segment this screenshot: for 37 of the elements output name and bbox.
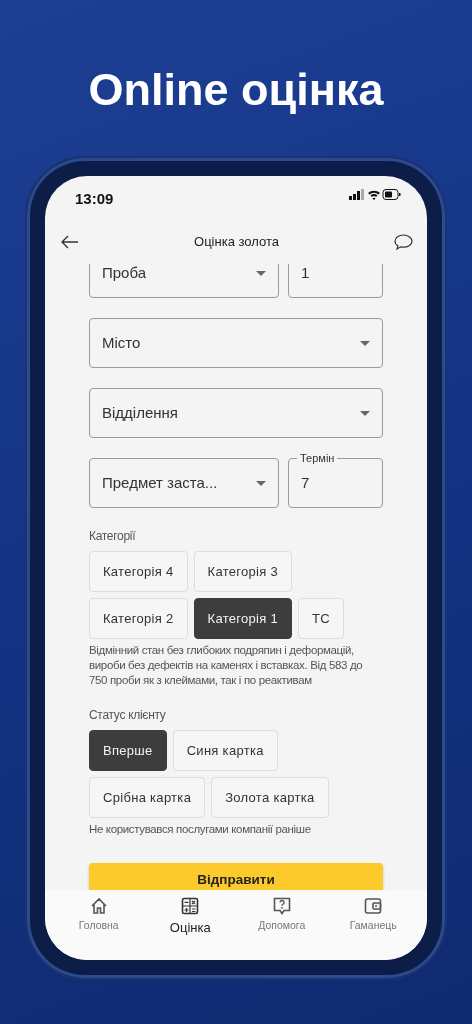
option-chip[interactable]: Срібна картка [89,777,206,818]
calculator-icon [180,896,201,916]
option-chip[interactable]: Вперше [89,730,167,771]
option-chip[interactable]: Категорія 1 [193,598,293,639]
submit-button[interactable]: Відправити [89,863,383,890]
description-text: Не користувався послугами компанії раніше [89,822,312,837]
chat-bubble-icon[interactable] [394,234,413,250]
status-time: 13:09 [75,189,114,209]
option-chip[interactable]: Золота картка [211,777,329,818]
field-label: Термін [297,451,338,465]
tab-bar-item[interactable]: Гаманець [327,896,419,960]
dropdown-field[interactable]: Місто [89,318,383,368]
section-label: Категорії [89,528,137,545]
dropdown-caret-icon [360,410,370,416]
tab-bar-item[interactable]: Головна [53,896,145,960]
dropdown-field[interactable]: Відділення [89,388,383,438]
dropdown-caret-icon [360,340,370,346]
input-field[interactable]: 1 [288,264,383,298]
back-arrow-icon[interactable] [61,235,79,249]
section-label: Статус клієнту [89,707,167,724]
dropdown-field[interactable]: Предмет заста... [89,458,279,508]
dropdown-caret-icon [256,480,266,486]
description-text: Відмінний стан без глибоких подряпин і деформацій, вироби без дефектів на каменях і вставках. Від 583 до 750 проби як з клеймами, так і по реактивам [89,643,364,688]
option-chip[interactable]: Категорія 4 [89,551,188,592]
tab-bar-item[interactable]: Оцінка [144,896,236,960]
headline: Online оцінка [87,63,385,117]
screen-title: Оцінка золота [194,233,279,252]
option-chip[interactable]: Категорія 3 [193,551,293,592]
dropdown-field[interactable]: Проба [89,264,279,298]
dropdown-caret-icon [256,270,266,276]
option-chip[interactable]: Категорія 2 [89,598,188,639]
status-icons [349,188,401,201]
wallet-icon [363,896,384,916]
option-chip[interactable]: Синя картка [172,730,278,771]
help-bubble-icon [271,896,292,916]
tab-bar-item[interactable]: Допомога [236,896,328,960]
option-chip[interactable]: ТС [298,598,345,639]
